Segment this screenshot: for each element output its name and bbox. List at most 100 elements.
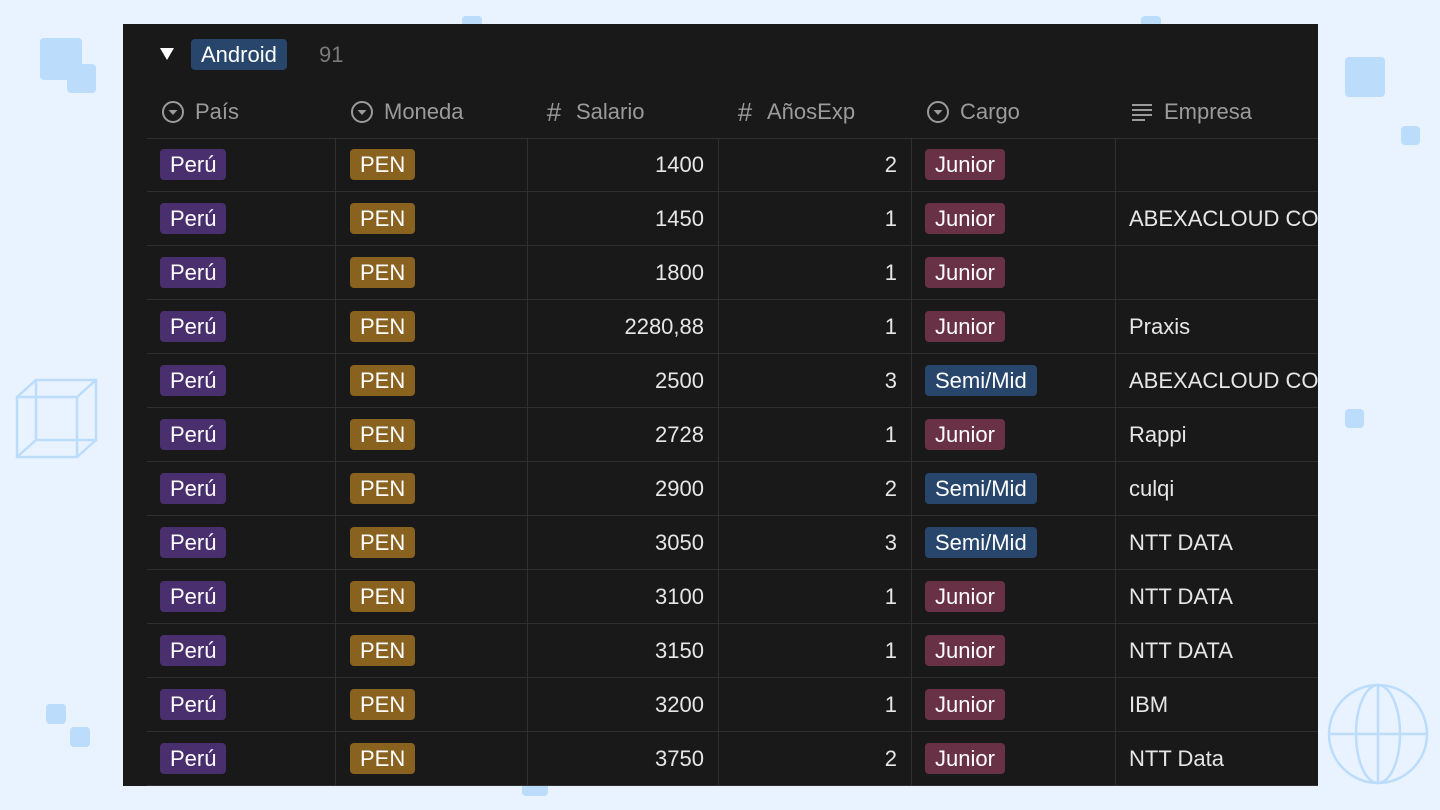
cell-salario[interactable]: 1800 [527,246,718,299]
cell-empresa[interactable]: Rappi [1115,408,1318,461]
cell-empresa[interactable] [1115,246,1318,299]
cell-moneda[interactable]: PEN [336,246,527,299]
cell-moneda[interactable]: PEN [336,462,527,515]
column-header-cargo[interactable]: Cargo [926,86,1020,138]
table-row[interactable]: Perú PEN 1400 2 Junior [147,138,1318,192]
cell-moneda[interactable]: PEN [336,192,527,245]
column-header-empresa[interactable]: Empresa [1130,86,1252,138]
cell-anosexp[interactable]: 1 [718,192,911,245]
cargo-tag: Semi/Mid [925,527,1037,558]
cell-pais[interactable]: Perú [147,300,336,353]
cell-pais[interactable]: Perú [147,354,336,407]
cell-anosexp[interactable]: 1 [718,408,911,461]
cell-anosexp[interactable]: 2 [718,462,911,515]
cell-pais[interactable]: Perú [147,462,336,515]
cell-empresa[interactable]: NTT Data [1115,732,1318,785]
pais-tag: Perú [160,149,227,180]
cell-cargo[interactable]: Junior [911,624,1115,677]
cell-anosexp[interactable]: 2 [718,732,911,785]
cell-cargo[interactable]: Junior [911,732,1115,785]
cell-cargo[interactable]: Semi/Mid [911,516,1115,569]
cell-salario[interactable]: 2500 [527,354,718,407]
cell-cargo[interactable]: Junior [911,300,1115,353]
cell-moneda[interactable]: PEN [336,624,527,677]
column-header-moneda[interactable]: Moneda [350,86,464,138]
cell-salario[interactable]: 3050 [527,516,718,569]
column-header-label: Salario [576,99,645,124]
cell-cargo[interactable]: Junior [911,138,1115,191]
cell-anosexp[interactable]: 1 [718,624,911,677]
column-header-anosexp[interactable]: # AñosExp [733,86,855,138]
cell-moneda[interactable]: PEN [336,354,527,407]
cell-moneda[interactable]: PEN [336,300,527,353]
cell-anosexp[interactable]: 1 [718,246,911,299]
cell-cargo[interactable]: Junior [911,408,1115,461]
moneda-tag: PEN [350,473,416,504]
cell-pais[interactable]: Perú [147,408,336,461]
table-row[interactable]: Perú PEN 3200 1 Junior IBM [147,678,1318,732]
table-row[interactable]: Perú PEN 2900 2 Semi/Mid culqi [147,462,1318,516]
cell-cargo[interactable]: Semi/Mid [911,462,1115,515]
cell-empresa[interactable]: ABEXACLOUD CO [1115,192,1318,245]
cell-pais[interactable]: Perú [147,138,336,191]
cell-cargo[interactable]: Junior [911,246,1115,299]
cell-pais[interactable]: Perú [147,732,336,785]
cell-anosexp[interactable]: 3 [718,354,911,407]
cell-salario[interactable]: 3100 [527,570,718,623]
cell-salario[interactable]: 1400 [527,138,718,191]
cell-anosexp[interactable]: 1 [718,300,911,353]
cell-pais[interactable]: Perú [147,678,336,731]
column-header-pais[interactable]: País [161,86,239,138]
table-row[interactable]: Perú PEN 3750 2 Junior NTT Data [147,732,1318,786]
cell-anosexp[interactable]: 2 [718,138,911,191]
column-header-label: AñosExp [767,99,856,124]
cell-anosexp[interactable]: 3 [718,516,911,569]
select-circle-icon [350,100,374,124]
table-row[interactable]: Perú PEN 3150 1 Junior NTT DATA [147,624,1318,678]
cell-empresa[interactable]: Praxis [1115,300,1318,353]
table-row[interactable]: Perú PEN 3050 3 Semi/Mid NTT DATA [147,516,1318,570]
table-row[interactable]: Perú PEN 3100 1 Junior NTT DATA [147,570,1318,624]
cell-salario[interactable]: 3750 [527,732,718,785]
cell-salario[interactable]: 2900 [527,462,718,515]
cell-pais[interactable]: Perú [147,246,336,299]
group-tag[interactable]: Android [191,39,287,70]
cell-salario[interactable]: 3200 [527,678,718,731]
cell-anosexp[interactable]: 1 [718,678,911,731]
cell-empresa[interactable] [1115,138,1318,191]
cell-cargo[interactable]: Junior [911,192,1115,245]
cell-moneda[interactable]: PEN [336,516,527,569]
table-row[interactable]: Perú PEN 1450 1 Junior ABEXACLOUD CO [147,192,1318,246]
cell-empresa[interactable]: NTT DATA [1115,516,1318,569]
cell-anosexp[interactable]: 1 [718,570,911,623]
cell-empresa[interactable]: ABEXACLOUD CO [1115,354,1318,407]
cell-moneda[interactable]: PEN [336,408,527,461]
cell-pais[interactable]: Perú [147,624,336,677]
cell-salario[interactable]: 2728 [527,408,718,461]
collapse-toggle-icon[interactable] [160,48,174,60]
cell-pais[interactable]: Perú [147,192,336,245]
cell-empresa[interactable]: NTT DATA [1115,570,1318,623]
cell-empresa[interactable]: culqi [1115,462,1318,515]
cell-cargo[interactable]: Semi/Mid [911,354,1115,407]
cell-moneda[interactable]: PEN [336,570,527,623]
cell-moneda[interactable]: PEN [336,678,527,731]
cell-pais[interactable]: Perú [147,570,336,623]
cell-moneda[interactable]: PEN [336,138,527,191]
table-row[interactable]: Perú PEN 2500 3 Semi/Mid ABEXACLOUD CO [147,354,1318,408]
table-row[interactable]: Perú PEN 2280,88 1 Junior Praxis [147,300,1318,354]
cube-outline-icon [15,378,98,459]
cell-moneda[interactable]: PEN [336,732,527,785]
cell-salario[interactable]: 2280,88 [527,300,718,353]
cell-empresa[interactable]: IBM [1115,678,1318,731]
cell-pais[interactable]: Perú [147,516,336,569]
cell-salario[interactable]: 3150 [527,624,718,677]
column-header-label: Cargo [960,99,1020,124]
cell-empresa[interactable]: NTT DATA [1115,624,1318,677]
table-row[interactable]: Perú PEN 1800 1 Junior [147,246,1318,300]
column-header-salario[interactable]: # Salario [542,86,645,138]
cell-salario[interactable]: 1450 [527,192,718,245]
cell-cargo[interactable]: Junior [911,678,1115,731]
table-row[interactable]: Perú PEN 2728 1 Junior Rappi [147,408,1318,462]
cell-cargo[interactable]: Junior [911,570,1115,623]
